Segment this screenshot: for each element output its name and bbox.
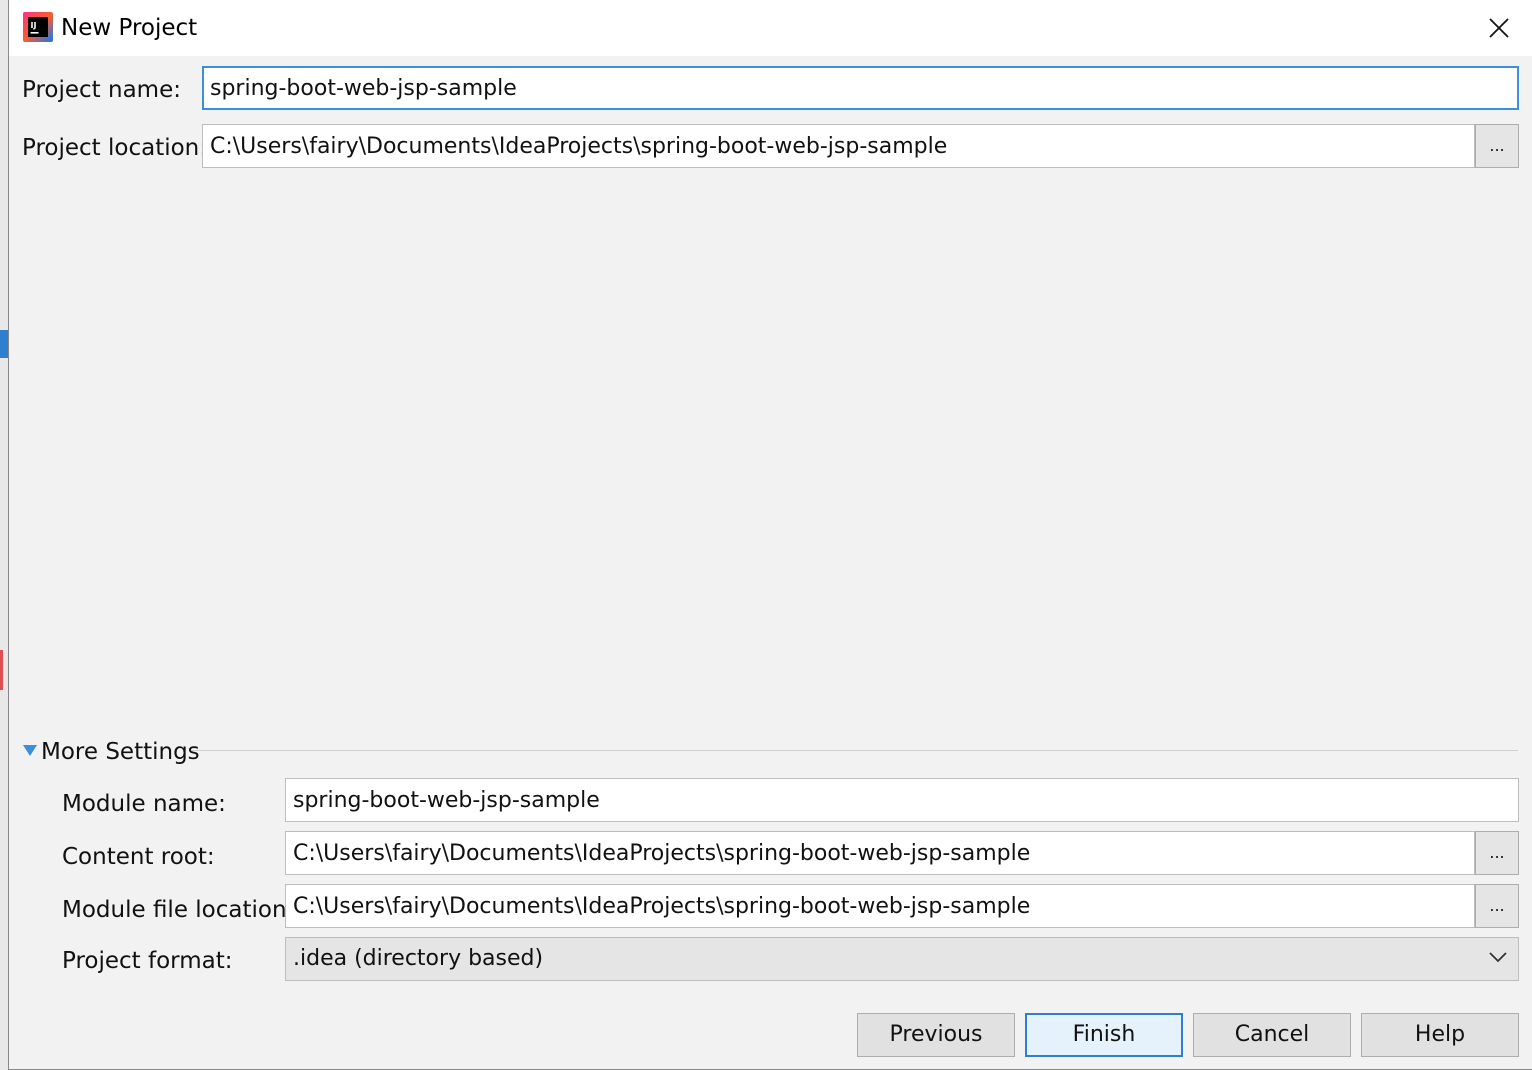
- more-settings-label[interactable]: More Settings: [41, 736, 200, 768]
- chevron-down-icon: [1489, 952, 1507, 963]
- background-window-fragment: [0, 330, 8, 358]
- background-window-edge: [0, 0, 8, 1070]
- project-location-input[interactable]: [202, 124, 1475, 168]
- section-divider: [191, 750, 1518, 751]
- close-icon: [1489, 18, 1509, 38]
- background-window-fragment: [0, 650, 3, 690]
- content-root-label: Content root:: [62, 844, 215, 870]
- svg-text:IJ: IJ: [31, 21, 37, 30]
- module-name-label: Module name:: [62, 791, 226, 817]
- close-button[interactable]: [1476, 6, 1522, 50]
- module-file-location-input[interactable]: [285, 884, 1475, 928]
- finish-button[interactable]: Finish: [1025, 1013, 1183, 1057]
- content-root-browse-button[interactable]: ...: [1475, 831, 1519, 875]
- project-format-select[interactable]: .idea (directory based): [285, 937, 1519, 981]
- project-format-label: Project format:: [62, 948, 233, 974]
- project-name-input[interactable]: [202, 66, 1519, 110]
- project-format-value: .idea (directory based): [293, 946, 544, 971]
- dialog-title: New Project: [61, 15, 198, 41]
- module-file-location-label: Module file location:: [62, 897, 295, 923]
- project-location-label: Project location:: [22, 135, 208, 161]
- content-root-input[interactable]: [285, 831, 1475, 875]
- module-name-input[interactable]: [285, 778, 1519, 822]
- project-name-label: Project name:: [22, 77, 181, 103]
- intellij-idea-icon: IJ: [23, 12, 53, 42]
- cancel-button[interactable]: Cancel: [1193, 1013, 1351, 1057]
- help-button[interactable]: Help: [1361, 1013, 1519, 1057]
- previous-button[interactable]: Previous: [857, 1013, 1015, 1057]
- triangle-down-icon: [23, 745, 37, 756]
- new-project-dialog: IJ New Project Project name: Project loc…: [8, 0, 1532, 1070]
- title-bar: IJ New Project: [9, 0, 1532, 56]
- module-file-location-browse-button[interactable]: ...: [1475, 884, 1519, 928]
- more-settings-header[interactable]: More Settings: [21, 736, 1518, 768]
- project-location-browse-button[interactable]: ...: [1475, 124, 1519, 168]
